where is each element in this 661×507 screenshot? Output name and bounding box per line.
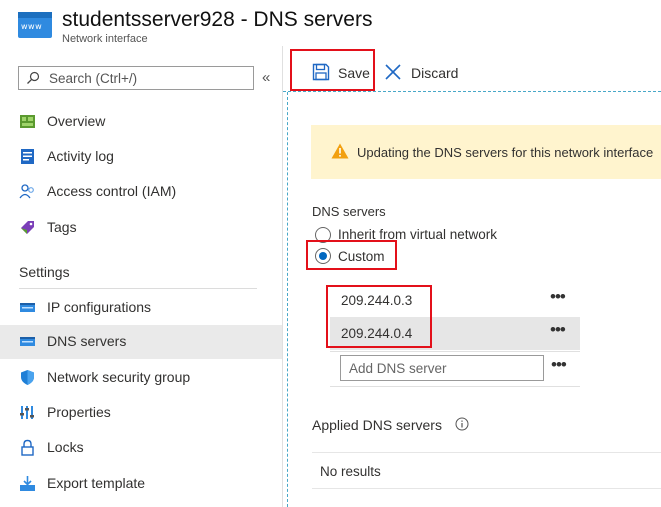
nav-item-activity-log[interactable]: Activity log — [0, 140, 282, 174]
collapse-pane-button[interactable]: « — [262, 69, 270, 86]
warning-banner: Updating the DNS servers for this networ… — [311, 125, 661, 179]
page-title: studentsserver928 - DNS servers — [62, 8, 373, 31]
close-icon — [385, 64, 401, 80]
more-options-button[interactable]: ••• — [551, 355, 567, 375]
nav-item-overview[interactable]: Overview — [0, 105, 282, 139]
search-input[interactable] — [49, 70, 249, 86]
nav-item-label: IP configurations — [47, 299, 152, 315]
tag-icon — [21, 221, 34, 234]
search-icon — [27, 71, 40, 84]
overview-icon — [20, 115, 35, 128]
divider — [19, 288, 257, 289]
discard-label: Discard — [411, 65, 459, 81]
nav-item-label: Locks — [47, 439, 84, 455]
annotation-highlight-dns-servers — [326, 285, 432, 348]
nav-item-label: Tags — [47, 219, 77, 235]
pane-divider — [282, 46, 283, 507]
activity-log-icon — [21, 149, 34, 164]
annotation-highlight-save — [290, 49, 375, 91]
discard-button[interactable]: Discard — [380, 58, 464, 86]
properties-icon — [20, 406, 34, 419]
add-dns-server-input[interactable] — [340, 355, 544, 381]
page-subtitle: Network interface — [62, 33, 148, 45]
dns-servers-label: DNS servers — [312, 204, 386, 219]
toolbar-divider — [283, 91, 661, 92]
divider — [312, 488, 661, 489]
more-options-button[interactable]: ••• — [550, 287, 566, 307]
more-options-button[interactable]: ••• — [550, 320, 566, 340]
lock-icon — [21, 439, 34, 456]
nav-item-label: Network security group — [47, 369, 191, 385]
nav-item-locks[interactable]: Locks — [0, 431, 282, 465]
nav-item-ip-configurations[interactable]: IP configurations — [0, 291, 282, 325]
annotation-highlight-custom — [306, 240, 397, 270]
nav-item-network-security-group[interactable]: Network security group — [0, 361, 282, 395]
network-interface-icon: www — [18, 12, 52, 38]
nav-item-label: DNS servers — [47, 333, 127, 349]
nav-item-label: Overview — [47, 113, 106, 129]
nav-item-export-template[interactable]: Export template — [0, 467, 282, 501]
icon-label: www — [21, 22, 43, 31]
warning-message: Updating the DNS servers for this networ… — [357, 145, 654, 160]
nav-item-properties[interactable]: Properties — [0, 396, 282, 430]
info-icon[interactable] — [455, 417, 469, 431]
warning-icon — [331, 143, 349, 159]
nav-item-label: Activity log — [47, 148, 114, 164]
nav-item-label: Properties — [47, 404, 111, 420]
content-focus-border — [287, 92, 288, 507]
nav-item-tags[interactable]: Tags — [0, 211, 282, 245]
dns-icon — [20, 337, 35, 346]
ip-config-icon — [20, 303, 35, 312]
nav-item-access-control[interactable]: Access control (IAM) — [0, 175, 282, 209]
search-box[interactable] — [18, 66, 254, 90]
divider — [312, 452, 661, 453]
access-control-icon — [19, 184, 34, 199]
shield-icon — [21, 370, 34, 385]
nav-item-label: Access control (IAM) — [47, 183, 177, 199]
empty-state-text: No results — [320, 464, 381, 479]
nav-item-dns-servers[interactable]: DNS servers — [0, 325, 282, 359]
settings-section-header: Settings — [19, 264, 70, 280]
export-icon — [20, 476, 35, 491]
nav-item-label: Export template — [47, 475, 146, 491]
applied-dns-servers-label: Applied DNS servers — [312, 417, 442, 433]
